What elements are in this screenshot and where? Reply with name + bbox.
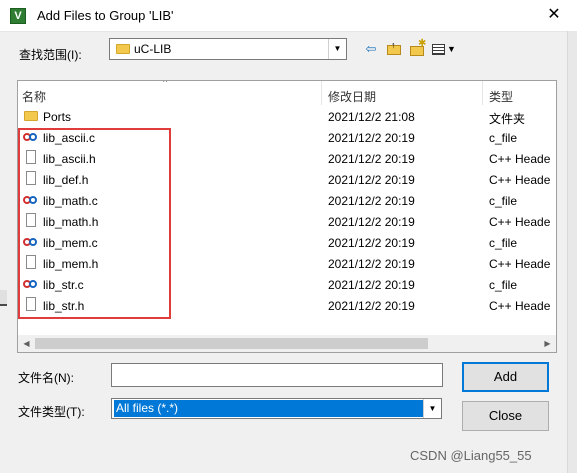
file-date: 2021/12/2 20:19 bbox=[328, 173, 415, 187]
file-date: 2021/12/2 20:19 bbox=[328, 278, 415, 292]
file-name: lib_mem.h bbox=[43, 257, 99, 271]
file-date: 2021/12/2 20:19 bbox=[328, 257, 415, 271]
filename-input[interactable] bbox=[111, 363, 443, 387]
chevron-down-icon[interactable]: ▼ bbox=[328, 39, 346, 59]
column-header-type[interactable]: 类型 bbox=[489, 88, 513, 105]
column-header-date[interactable]: 修改日期 bbox=[328, 88, 376, 105]
scrollbar-thumb[interactable] bbox=[35, 338, 428, 349]
file-name: lib_str.h bbox=[43, 299, 85, 313]
file-date: 2021/12/2 20:19 bbox=[328, 215, 415, 229]
title-bar: V Add Files to Group 'LIB' ✕ bbox=[0, 0, 577, 32]
column-separator[interactable] bbox=[321, 81, 322, 105]
file-type: C++ Heade bbox=[489, 173, 551, 187]
file-type: 文件夹 bbox=[489, 112, 526, 126]
file-name: lib_def.h bbox=[43, 173, 89, 187]
column-separator[interactable] bbox=[482, 81, 483, 105]
header-file-icon bbox=[26, 150, 36, 164]
file-name: lib_ascii.h bbox=[43, 152, 96, 166]
window-title: Add Files to Group 'LIB' bbox=[37, 8, 174, 23]
header-file-icon bbox=[26, 171, 36, 185]
list-item[interactable]: lib_mem.h 2021/12/2 20:19 C++ Heade bbox=[18, 253, 556, 274]
look-in-label: 查找范围(I): bbox=[19, 48, 82, 62]
horizontal-scrollbar[interactable]: ◀ ▶ bbox=[18, 335, 556, 352]
file-list[interactable]: ^ 名称 修改日期 类型 Ports 2021/12/2 21:08 文件夹 l… bbox=[17, 80, 557, 353]
file-name: lib_str.c bbox=[43, 278, 84, 292]
list-item[interactable]: lib_str.h 2021/12/2 20:19 C++ Heade bbox=[18, 295, 556, 316]
file-date: 2021/12/2 20:19 bbox=[328, 236, 415, 250]
list-item[interactable]: Ports 2021/12/2 21:08 文件夹 bbox=[18, 106, 556, 127]
folder-icon bbox=[116, 44, 130, 54]
view-menu-icon[interactable]: ▼ bbox=[430, 40, 458, 58]
filetype-value: All files (*.*) bbox=[114, 400, 423, 417]
look-in-combo[interactable]: uC-LIB ▼ bbox=[109, 38, 347, 60]
list-item[interactable]: lib_math.h 2021/12/2 20:19 C++ Heade bbox=[18, 211, 556, 232]
c-file-icon bbox=[23, 130, 39, 144]
file-name: Ports bbox=[43, 110, 72, 124]
file-date: 2021/12/2 20:19 bbox=[328, 299, 415, 313]
c-file-icon bbox=[23, 193, 39, 207]
list-item[interactable]: lib_ascii.h 2021/12/2 20:19 C++ Heade bbox=[18, 148, 556, 169]
up-folder-icon[interactable]: ↑ bbox=[385, 40, 403, 58]
list-item[interactable]: lib_def.h 2021/12/2 20:19 C++ Heade bbox=[18, 169, 556, 190]
keil-app-icon: V bbox=[10, 8, 26, 24]
header-file-icon bbox=[26, 255, 36, 269]
list-item[interactable]: lib_ascii.c 2021/12/2 20:19 c_file bbox=[18, 127, 556, 148]
background-window-edge bbox=[567, 31, 577, 473]
header-file-icon bbox=[26, 297, 36, 311]
scroll-right-icon[interactable]: ▶ bbox=[539, 335, 556, 352]
file-date: 2021/12/2 20:19 bbox=[328, 152, 415, 166]
c-file-icon bbox=[23, 235, 39, 249]
filetype-label: 文件类型(T): bbox=[18, 405, 85, 419]
folder-icon bbox=[24, 111, 38, 121]
close-button[interactable]: Close bbox=[462, 401, 549, 431]
close-icon[interactable]: ✕ bbox=[546, 5, 562, 25]
file-type: c_file bbox=[489, 194, 518, 208]
new-folder-icon[interactable]: ✱ bbox=[408, 39, 426, 58]
c-file-icon bbox=[23, 277, 39, 291]
file-type: C++ Heade bbox=[489, 215, 551, 229]
file-date: 2021/12/2 20:19 bbox=[328, 131, 415, 145]
chevron-down-icon[interactable]: ▼ bbox=[423, 399, 441, 418]
filename-label: 文件名(N): bbox=[18, 371, 74, 385]
background-window-edge bbox=[0, 290, 7, 306]
look-in-value: uC-LIB bbox=[134, 42, 172, 56]
column-header-name[interactable]: 名称 bbox=[22, 88, 46, 105]
header-file-icon bbox=[26, 213, 36, 227]
scroll-left-icon[interactable]: ◀ bbox=[18, 335, 35, 352]
file-name: lib_math.c bbox=[43, 194, 98, 208]
file-date: 2021/12/2 21:08 bbox=[328, 110, 415, 124]
file-date: 2021/12/2 20:19 bbox=[328, 194, 415, 208]
list-item[interactable]: lib_str.c 2021/12/2 20:19 c_file bbox=[18, 274, 556, 295]
filetype-select[interactable]: All files (*.*) ▼ bbox=[111, 398, 442, 419]
sort-up-icon: ^ bbox=[163, 80, 168, 87]
file-name: lib_ascii.c bbox=[43, 131, 96, 145]
file-type: c_file bbox=[489, 236, 518, 250]
file-type: c_file bbox=[489, 131, 518, 145]
file-type: C++ Heade bbox=[489, 152, 551, 166]
file-type: c_file bbox=[489, 278, 518, 292]
file-type: C++ Heade bbox=[489, 299, 551, 313]
list-item[interactable]: lib_mem.c 2021/12/2 20:19 c_file bbox=[18, 232, 556, 253]
file-name: lib_math.h bbox=[43, 215, 99, 229]
list-item[interactable]: lib_math.c 2021/12/2 20:19 c_file bbox=[18, 190, 556, 211]
back-arrow-icon[interactable]: ⇦ bbox=[362, 40, 380, 58]
file-type: C++ Heade bbox=[489, 257, 551, 271]
watermark-text: CSDN @Liang55_55 bbox=[410, 448, 532, 463]
add-button[interactable]: Add bbox=[462, 362, 549, 392]
file-name: lib_mem.c bbox=[43, 236, 98, 250]
